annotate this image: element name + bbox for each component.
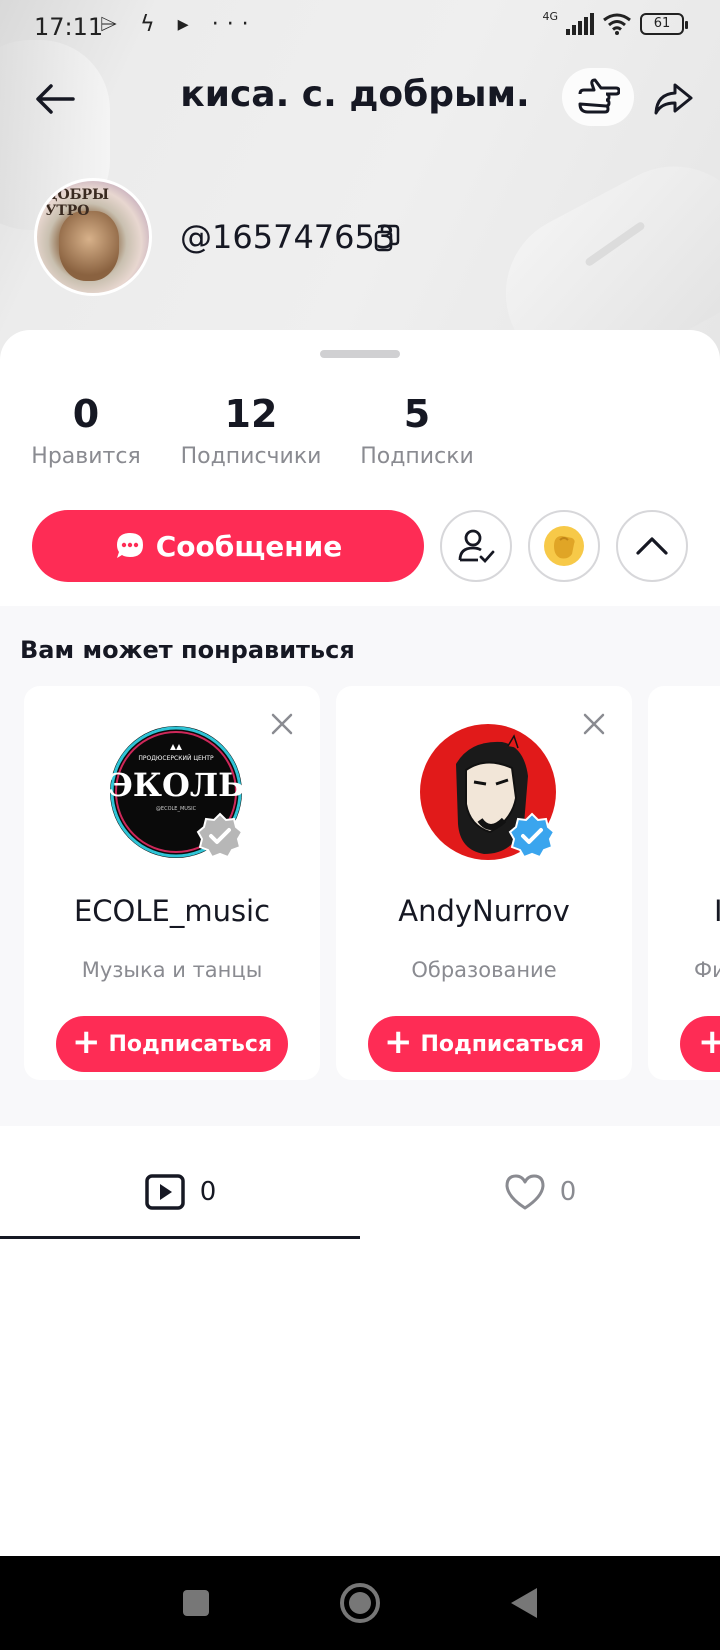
notification-icons: ⌲ ϟ ▸ ··· xyxy=(100,12,257,37)
profile-sheet: 0 Нравится 12 Подписчики 5 Подписки Сооб… xyxy=(0,330,720,1650)
video-play-icon xyxy=(144,1174,185,1210)
kitten-image xyxy=(59,211,119,281)
suggestion-name: AndyNurrov xyxy=(398,894,570,928)
waving-hand-icon xyxy=(544,526,584,566)
system-navigation-bar xyxy=(0,1556,720,1650)
suggestion-category: Фи xyxy=(694,958,720,982)
stat-likes-label: Нравится xyxy=(31,444,141,469)
back-nav-button[interactable] xyxy=(499,1578,549,1628)
stat-following[interactable]: 5 Подписки xyxy=(358,392,476,469)
recents-button[interactable] xyxy=(171,1578,221,1628)
tab-videos-count: 0 xyxy=(199,1177,217,1207)
active-tab-indicator xyxy=(0,1236,360,1239)
copy-icon[interactable] xyxy=(374,224,400,252)
plus-icon: + xyxy=(71,1022,101,1062)
suggestions-title: Вам может понравиться xyxy=(20,636,355,664)
status-right-group: 4G 61 xyxy=(542,9,688,36)
suggestion-name: I xyxy=(714,894,720,928)
stat-following-label: Подписки xyxy=(360,444,474,469)
page-title: киса. с. добрым. xyxy=(180,74,530,115)
suggestion-card[interactable]: AndyNurrov Образование + Подписаться xyxy=(336,686,632,1080)
poke-emoji-button[interactable] xyxy=(528,510,600,582)
suggestions-section: Вам может понравиться ПРОДЮСЕРСКИЙ ЦЕНТР… xyxy=(0,606,720,1126)
user-check-icon xyxy=(458,529,495,564)
chat-bubble-icon xyxy=(116,533,143,558)
stat-followers[interactable]: 12 Подписчики xyxy=(176,392,326,469)
user-handle: @165747653 xyxy=(180,218,396,256)
avatar-caption: ДОБРЫ УТРО xyxy=(45,187,109,219)
wifi-icon xyxy=(603,13,631,35)
share-arrow-icon xyxy=(654,83,693,115)
stat-likes-value: 0 xyxy=(72,392,100,436)
triangle-back-icon xyxy=(511,1588,537,1618)
tab-liked[interactable]: 0 xyxy=(360,1142,720,1242)
suggestion-card[interactable]: I Фи + xyxy=(648,686,720,1080)
stat-following-value: 5 xyxy=(403,392,431,436)
avatar[interactable]: ДОБРЫ УТРО xyxy=(34,178,152,296)
tab-videos[interactable]: 0 xyxy=(0,1142,360,1242)
heart-icon xyxy=(505,1174,545,1210)
stat-followers-value: 12 xyxy=(224,392,278,436)
close-icon[interactable] xyxy=(270,712,294,736)
plus-icon: + xyxy=(383,1022,413,1062)
tab-liked-count: 0 xyxy=(559,1177,577,1207)
suggestion-category: Образование xyxy=(411,958,557,982)
status-time: 17:11 xyxy=(34,13,104,41)
battery-icon: 61 xyxy=(640,13,688,35)
suggestion-name: ECOLE_music xyxy=(73,894,271,928)
suggestion-avatar[interactable]: ПРОДЮСЕРСКИЙ ЦЕНТР ЭКОЛЬ @ECOLE_MUSIC xyxy=(107,724,245,860)
ecole-logo-text: ЭКОЛЬ xyxy=(108,766,244,804)
suggestion-card[interactable]: ПРОДЮСЕРСКИЙ ЦЕНТР ЭКОЛЬ @ECOLE_MUSIC EC… xyxy=(24,686,320,1080)
follow-button-label: Подписаться xyxy=(420,1031,585,1057)
signal-icon xyxy=(566,13,594,35)
suggestion-avatar[interactable] xyxy=(420,724,556,860)
square-icon xyxy=(183,1590,209,1616)
message-button[interactable]: Сообщение xyxy=(32,510,424,582)
chevron-up-icon xyxy=(636,537,668,555)
message-button-label: Сообщение xyxy=(155,529,343,563)
verified-badge-icon xyxy=(196,812,244,859)
following-status-button[interactable] xyxy=(440,510,512,582)
arrow-left-icon xyxy=(36,84,75,114)
circle-home-icon xyxy=(340,1583,380,1623)
close-icon[interactable] xyxy=(582,712,606,736)
ecole-logo-tag: @ECOLE_MUSIC xyxy=(156,806,197,812)
verified-badge-icon xyxy=(508,812,556,859)
status-bar: 17:11 ⌲ ϟ ▸ ··· 4G 61 xyxy=(0,0,720,54)
back-button[interactable] xyxy=(30,74,80,124)
follow-button[interactable]: + Подписаться xyxy=(368,1016,600,1072)
pointing-hand-icon xyxy=(578,78,620,114)
stat-followers-label: Подписчики xyxy=(180,444,322,469)
follow-button-label: Подписаться xyxy=(108,1031,273,1057)
home-button[interactable] xyxy=(335,1578,385,1628)
share-button[interactable] xyxy=(648,74,698,124)
collapse-suggestions-button[interactable] xyxy=(616,510,688,582)
poke-button[interactable] xyxy=(562,68,634,126)
content-tabs: 0 0 xyxy=(0,1142,720,1242)
follow-button[interactable]: + xyxy=(680,1016,720,1072)
follow-button[interactable]: + Подписаться xyxy=(56,1016,288,1072)
top-bar: киса. с. добрым. xyxy=(0,62,720,136)
stat-likes[interactable]: 0 Нравится xyxy=(30,392,142,469)
network-type: 4G xyxy=(542,9,558,23)
sheet-grabber[interactable] xyxy=(320,350,400,358)
suggestion-category: Музыка и танцы xyxy=(81,958,263,982)
ecole-logo-subtext: ПРОДЮСЕРСКИЙ ЦЕНТР xyxy=(138,755,214,762)
